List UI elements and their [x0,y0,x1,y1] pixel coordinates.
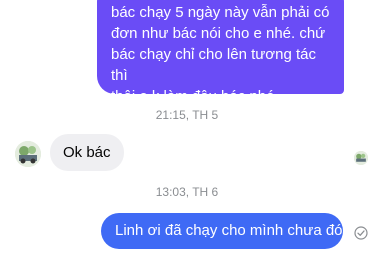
message-line: bác chạy chỉ cho lên tương tác thì [111,46,316,84]
outgoing-message-bubble[interactable]: Linh ơi đã chạy cho mình chưa đó [101,213,343,249]
sent-check-icon [354,226,368,240]
outgoing-message-bubble[interactable]: bác chạy 5 ngày này vẫn phải có đơn như … [97,0,344,105]
message-line: đơn như bác nói cho e nhé. chứ [111,25,326,42]
seen-by-avatar-icon [354,151,368,165]
incoming-message-bubble[interactable]: Ok bác [50,134,124,171]
message-line: bác chạy 5 ngày này vẫn phải có [111,4,330,21]
message-timestamp: 13:03, TH 6 [155,185,219,199]
message-line: thôi e k làm đâu bác nhé. [111,88,279,105]
message-timestamp: 21:15, TH 5 [155,108,219,122]
chat-thread: bác chạy 5 ngày này vẫn phải có đơn như … [0,0,374,257]
contact-avatar[interactable] [15,141,41,167]
